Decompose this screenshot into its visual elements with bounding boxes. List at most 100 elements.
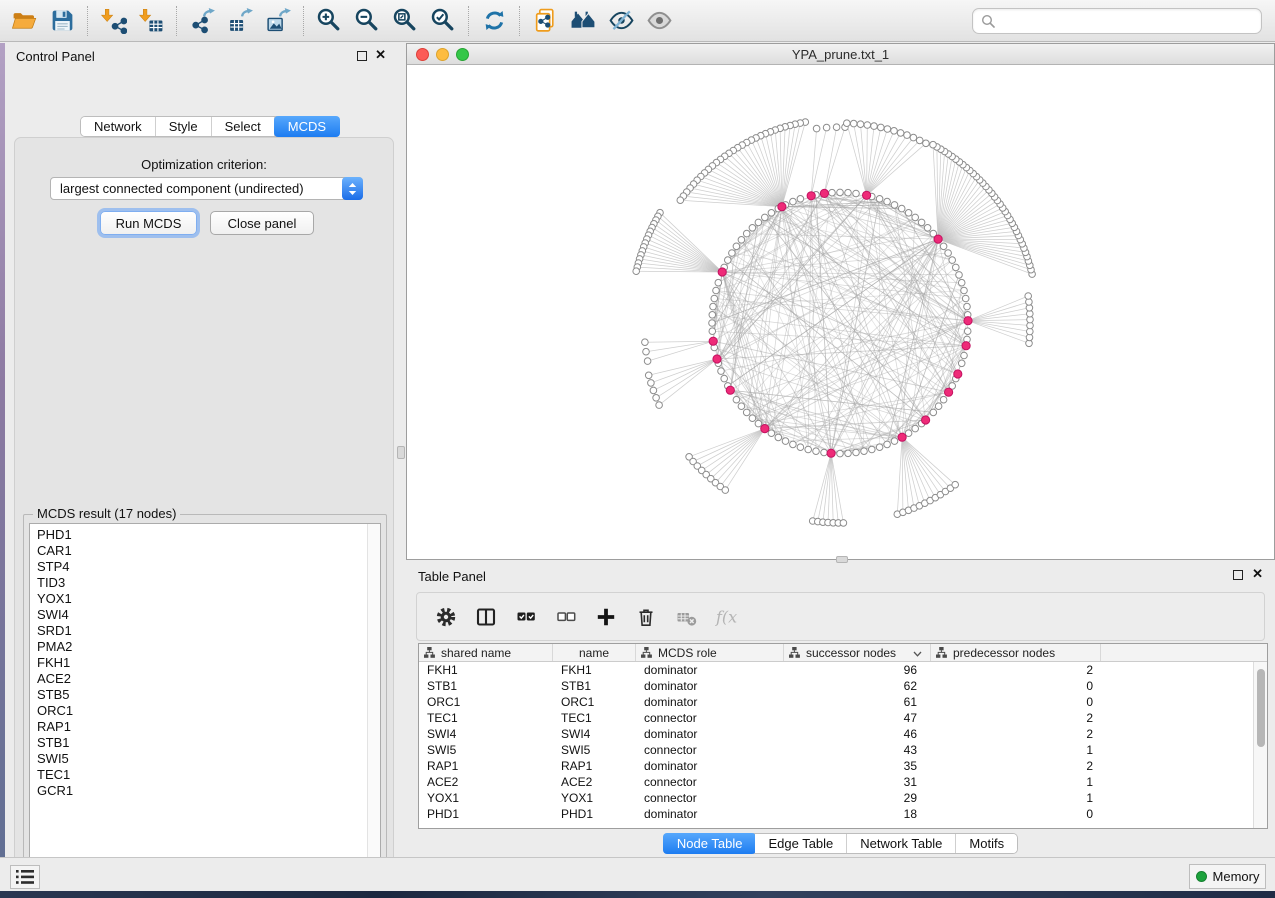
float-window-icon[interactable]: [357, 51, 367, 61]
table-scrollbar[interactable]: [1253, 662, 1267, 828]
table-cell[interactable]: 61: [784, 694, 931, 710]
table-row[interactable]: FKH1FKH1dominator962: [419, 662, 1267, 678]
table-row[interactable]: SWI4SWI4dominator462: [419, 726, 1267, 742]
table-cell[interactable]: 96: [784, 662, 931, 678]
network-search-icon[interactable]: [567, 5, 599, 37]
table-cell[interactable]: ACE2: [553, 774, 636, 790]
column-header-name[interactable]: name: [553, 644, 636, 661]
run-mcds-button[interactable]: Run MCDS: [100, 211, 197, 235]
save-session-icon[interactable]: [46, 5, 78, 37]
float-table-panel-icon[interactable]: [1233, 570, 1243, 580]
table-cell[interactable]: SWI4: [419, 726, 553, 742]
tab-mcds[interactable]: MCDS: [274, 116, 340, 137]
mcds-list-scrollbar[interactable]: [367, 524, 380, 875]
close-window-icon[interactable]: ✕: [375, 48, 386, 62]
zoom-out-icon[interactable]: [351, 5, 383, 37]
table-cell[interactable]: 43: [784, 742, 931, 758]
tab-motifs[interactable]: Motifs: [956, 834, 1017, 853]
table-cell[interactable]: FKH1: [419, 662, 553, 678]
table-cell[interactable]: STB1: [419, 678, 553, 694]
table-cell[interactable]: 2: [931, 710, 1101, 726]
table-cell[interactable]: 1: [931, 742, 1101, 758]
table-cell[interactable]: 1: [931, 790, 1101, 806]
table-cell[interactable]: dominator: [636, 662, 784, 678]
mcds-result-item[interactable]: STB1: [37, 735, 380, 751]
tab-edge-table[interactable]: Edge Table: [755, 834, 847, 853]
table-row[interactable]: STB1STB1dominator620: [419, 678, 1267, 694]
table-cell[interactable]: connector: [636, 710, 784, 726]
table-scrollbar-thumb[interactable]: [1257, 669, 1265, 747]
mcds-result-item[interactable]: TEC1: [37, 767, 380, 783]
table-cell[interactable]: dominator: [636, 758, 784, 774]
mcds-result-list[interactable]: PHD1CAR1STP4TID3YOX1SWI4SRD1PMA2FKH1ACE2…: [29, 523, 381, 876]
mcds-result-item[interactable]: SWI4: [37, 607, 380, 623]
table-cell[interactable]: RAP1: [553, 758, 636, 774]
dropdown-spinner-icon[interactable]: [342, 177, 363, 200]
export-image-icon[interactable]: [262, 5, 294, 37]
table-cell[interactable]: ORC1: [419, 694, 553, 710]
table-cell[interactable]: YOX1: [419, 790, 553, 806]
table-cell[interactable]: FKH1: [553, 662, 636, 678]
table-cell[interactable]: ORC1: [553, 694, 636, 710]
table-cell[interactable]: SWI5: [553, 742, 636, 758]
unselect-all-icon[interactable]: [554, 605, 578, 629]
table-cell[interactable]: 62: [784, 678, 931, 694]
mcds-result-item[interactable]: SRD1: [37, 623, 380, 639]
mcds-result-item[interactable]: TID3: [37, 575, 380, 591]
table-cell[interactable]: SWI5: [419, 742, 553, 758]
table-cell[interactable]: connector: [636, 742, 784, 758]
export-network-icon[interactable]: [186, 5, 218, 37]
table-cell[interactable]: 0: [931, 806, 1101, 822]
table-cell[interactable]: TEC1: [553, 710, 636, 726]
close-table-panel-icon[interactable]: ✕: [1252, 567, 1263, 581]
split-columns-icon[interactable]: [474, 605, 498, 629]
column-header-predecessor-nodes[interactable]: predecessor nodes: [931, 644, 1101, 661]
add-entry-icon[interactable]: [594, 605, 618, 629]
table-cell[interactable]: dominator: [636, 694, 784, 710]
export-table-icon[interactable]: [224, 5, 256, 37]
table-cell[interactable]: SWI4: [553, 726, 636, 742]
tab-network[interactable]: Network: [81, 117, 156, 136]
zoom-selected-icon[interactable]: [427, 5, 459, 37]
delete-entry-icon[interactable]: [634, 605, 658, 629]
table-row[interactable]: TEC1TEC1connector472: [419, 710, 1267, 726]
settings-icon[interactable]: [434, 605, 458, 629]
task-history-button[interactable]: [10, 865, 40, 889]
table-cell[interactable]: 2: [931, 726, 1101, 742]
mcds-result-item[interactable]: SWI5: [37, 751, 380, 767]
table-cell[interactable]: connector: [636, 774, 784, 790]
table-cell[interactable]: STB1: [553, 678, 636, 694]
vertical-splitter-handle[interactable]: [397, 446, 405, 459]
table-cell[interactable]: 46: [784, 726, 931, 742]
mcds-result-item[interactable]: ACE2: [37, 671, 380, 687]
network-window-titlebar[interactable]: YPA_prune.txt_1: [407, 44, 1274, 65]
table-cell[interactable]: TEC1: [419, 710, 553, 726]
horizontal-splitter-handle[interactable]: [836, 556, 848, 563]
table-cell[interactable]: PHD1: [553, 806, 636, 822]
mcds-result-item[interactable]: CAR1: [37, 543, 380, 559]
table-cell[interactable]: dominator: [636, 726, 784, 742]
share-document-icon[interactable]: [529, 5, 561, 37]
mcds-result-item[interactable]: STP4: [37, 559, 380, 575]
table-cell[interactable]: 31: [784, 774, 931, 790]
tab-network-table[interactable]: Network Table: [847, 834, 956, 853]
import-table-icon[interactable]: [135, 5, 167, 37]
memory-button[interactable]: Memory: [1189, 864, 1266, 889]
table-cell[interactable]: 2: [931, 758, 1101, 774]
table-cell[interactable]: dominator: [636, 806, 784, 822]
table-cell[interactable]: 1: [931, 774, 1101, 790]
table-cell[interactable]: connector: [636, 790, 784, 806]
import-network-icon[interactable]: [97, 5, 129, 37]
search-input[interactable]: [1001, 14, 1253, 29]
table-cell[interactable]: dominator: [636, 678, 784, 694]
table-row[interactable]: RAP1RAP1dominator352: [419, 758, 1267, 774]
mcds-result-item[interactable]: FKH1: [37, 655, 380, 671]
table-cell[interactable]: YOX1: [553, 790, 636, 806]
tab-node-table[interactable]: Node Table: [663, 833, 757, 854]
table-row[interactable]: SWI5SWI5connector431: [419, 742, 1267, 758]
mcds-result-item[interactable]: PMA2: [37, 639, 380, 655]
table-cell[interactable]: 2: [931, 662, 1101, 678]
table-row[interactable]: ACE2ACE2connector311: [419, 774, 1267, 790]
table-row[interactable]: ORC1ORC1dominator610: [419, 694, 1267, 710]
show-graphics-details-icon[interactable]: [643, 5, 675, 37]
